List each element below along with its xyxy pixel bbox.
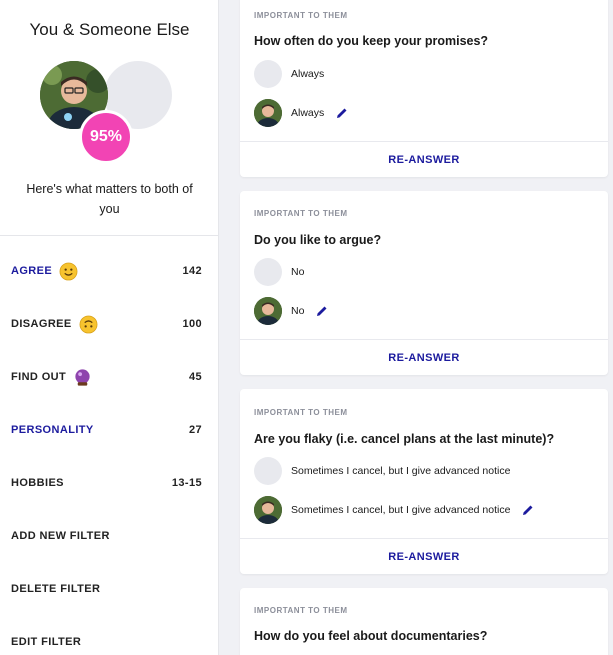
upside-down-face-emoji-icon <box>79 315 98 334</box>
smile-emoji-icon <box>59 262 78 281</box>
card-divider <box>240 339 608 340</box>
matters-text: Here's what matters to both of you <box>26 182 193 216</box>
re-answer-button[interactable]: RE-ANSWER <box>240 551 608 563</box>
question-text: How do you feel about documentaries? <box>254 629 488 643</box>
add-new-filter-button[interactable]: ADD NEW FILTER <box>11 525 202 547</box>
their-answer: No <box>291 266 305 278</box>
filter-find-out[interactable]: FIND OUT 45 <box>11 366 202 388</box>
filter-label: EDIT FILTER <box>11 636 82 648</box>
their-answer: Always <box>291 68 325 80</box>
my-answer-row: Always <box>254 99 349 127</box>
filter-label: AGREE <box>11 265 53 277</box>
filter-label: ADD NEW FILTER <box>11 530 110 542</box>
delete-filter-button[interactable]: DELETE FILTER <box>11 578 202 600</box>
card-divider <box>240 141 608 142</box>
pencil-edit-icon[interactable] <box>521 503 535 517</box>
filter-label: PERSONALITY <box>11 424 94 436</box>
sidebar: You & Someone Else 95% Here's what matte… <box>0 0 219 655</box>
their-answer: Sometimes I cancel, but I give advanced … <box>291 465 511 477</box>
question-text: Do you like to argue? <box>254 233 382 247</box>
card-divider <box>240 538 608 539</box>
filter-count: 45 <box>188 371 202 383</box>
my-avatar <box>254 496 282 524</box>
question-card: IMPORTANT TO THEM How do you feel about … <box>240 588 608 655</box>
my-answer-row: No <box>254 297 329 325</box>
my-avatar <box>254 99 282 127</box>
re-answer-button[interactable]: RE-ANSWER <box>240 154 608 166</box>
their-avatar-placeholder <box>254 60 282 88</box>
question-card: IMPORTANT TO THEM How often do you keep … <box>240 0 608 177</box>
filter-count: 100 <box>182 318 202 330</box>
importance-tag: IMPORTANT TO THEM <box>254 408 348 417</box>
filter-disagree[interactable]: DISAGREE 100 <box>11 313 202 335</box>
filter-agree[interactable]: AGREE 142 <box>11 260 202 282</box>
my-answer: Sometimes I cancel, but I give advanced … <box>291 504 511 516</box>
question-card: IMPORTANT TO THEM Are you flaky (i.e. ca… <box>240 389 608 574</box>
filter-count: 142 <box>182 265 202 277</box>
re-answer-button[interactable]: RE-ANSWER <box>240 352 608 364</box>
their-answer-row: Sometimes I cancel, but I give advanced … <box>254 457 510 485</box>
filter-label: DISAGREE <box>11 318 72 330</box>
their-avatar-placeholder <box>254 258 282 286</box>
my-answer: Always <box>291 107 325 119</box>
my-avatar <box>254 297 282 325</box>
filter-count: 13-15 <box>171 477 202 489</box>
importance-tag: IMPORTANT TO THEM <box>254 209 348 218</box>
question-text: How often do you keep your promises? <box>254 34 489 48</box>
my-answer: No <box>291 305 305 317</box>
sidebar-divider <box>0 235 219 236</box>
pencil-edit-icon[interactable] <box>315 304 329 318</box>
question-text: Are you flaky (i.e. cancel plans at the … <box>254 432 555 446</box>
filter-label: HOBBIES <box>11 477 64 489</box>
filter-label: DELETE FILTER <box>11 583 101 595</box>
filter-label: FIND OUT <box>11 371 67 383</box>
importance-tag: IMPORTANT TO THEM <box>254 11 348 20</box>
edit-filter-button[interactable]: EDIT FILTER <box>11 631 202 653</box>
my-answer-row: Sometimes I cancel, but I give advanced … <box>254 496 535 524</box>
their-answer-row: No <box>254 258 304 286</box>
page-title: You & Someone Else <box>29 20 190 39</box>
crystal-ball-emoji-icon <box>73 368 92 387</box>
filter-hobbies[interactable]: HOBBIES 13-15 <box>11 472 202 494</box>
match-percent-badge: 95% <box>79 110 133 164</box>
pencil-edit-icon[interactable] <box>335 106 349 120</box>
their-avatar-placeholder <box>254 457 282 485</box>
importance-tag: IMPORTANT TO THEM <box>254 606 348 615</box>
filter-count: 27 <box>188 424 202 436</box>
question-card: IMPORTANT TO THEM Do you like to argue? … <box>240 191 608 375</box>
their-answer-row: Always <box>254 60 324 88</box>
filter-personality[interactable]: PERSONALITY 27 <box>11 419 202 441</box>
